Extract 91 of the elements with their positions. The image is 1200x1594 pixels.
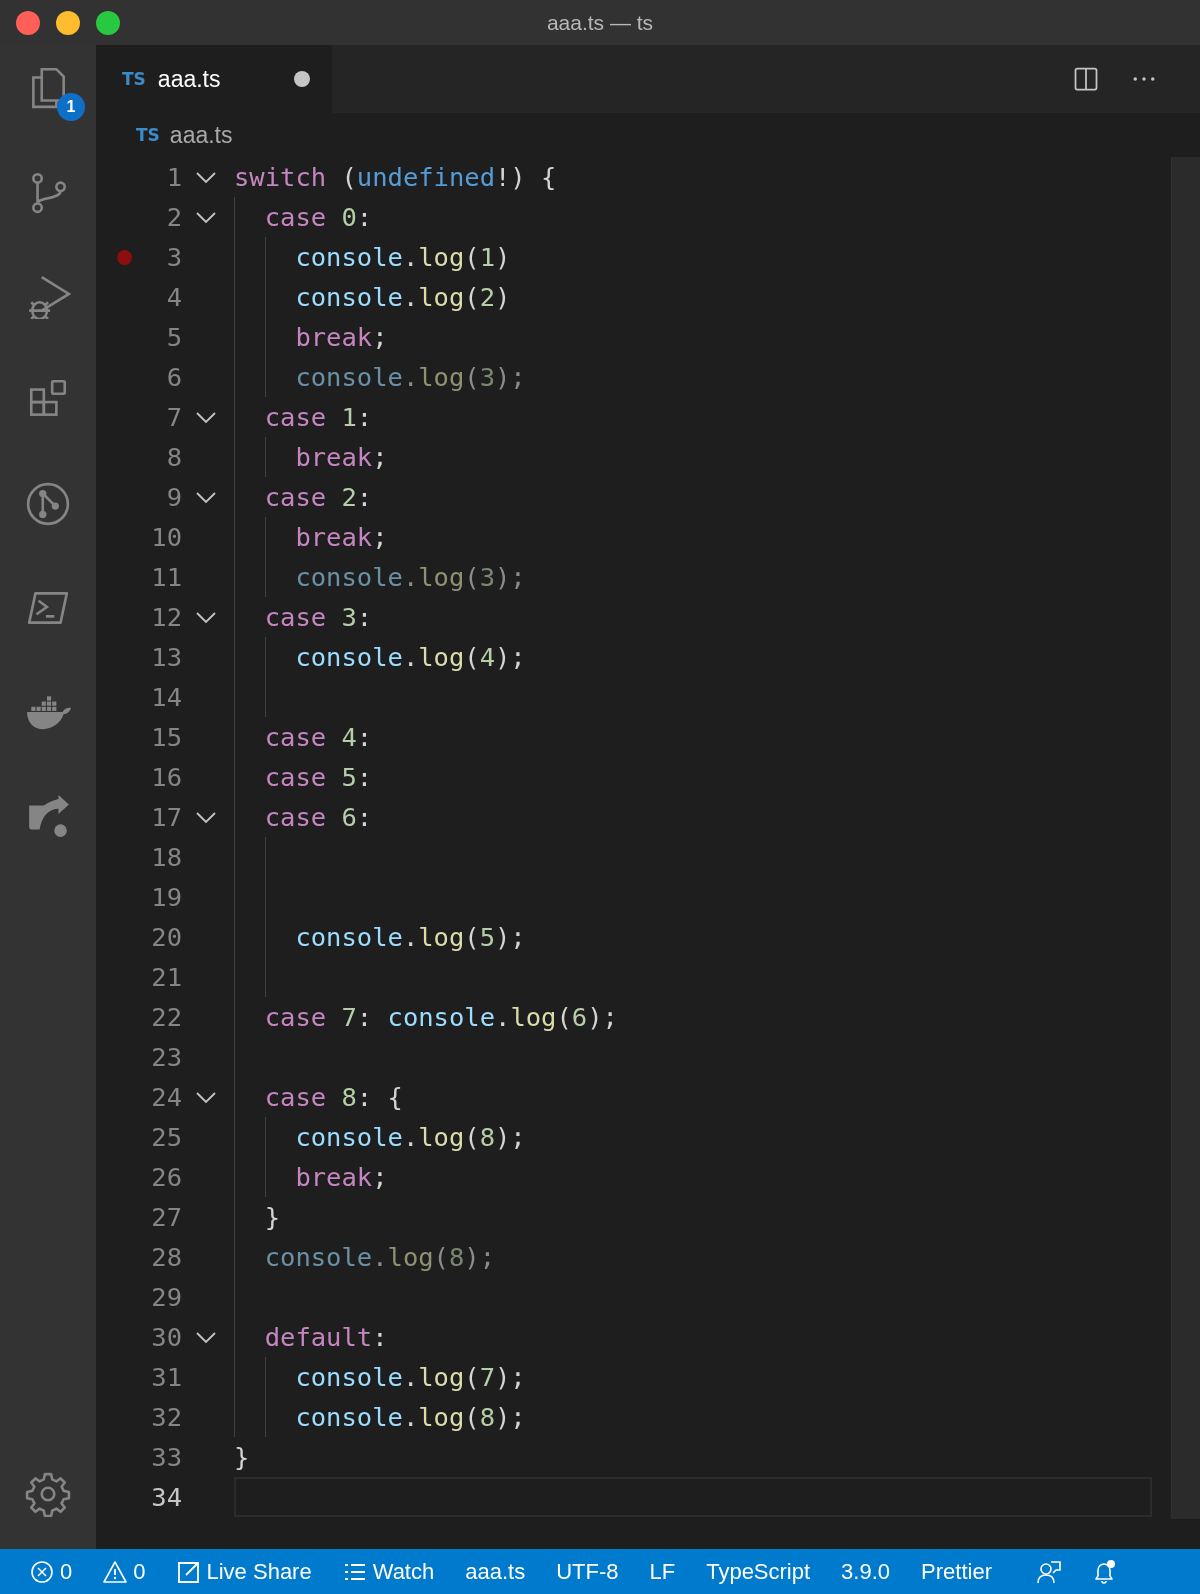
- code-line: case 3:: [264, 602, 373, 632]
- settings-icon[interactable]: [25, 1471, 71, 1517]
- code-line: case 6:: [264, 802, 373, 832]
- line-number: 3: [165, 242, 182, 272]
- line-number: 10: [150, 522, 182, 552]
- line-number: 31: [150, 1362, 182, 1392]
- line-number: 1: [165, 162, 182, 192]
- status-item[interactable]: UTF-8: [556, 1558, 619, 1585]
- code-line: case 4:: [264, 722, 373, 752]
- git-graph-icon[interactable]: [25, 481, 71, 527]
- line-number: 5: [165, 322, 182, 352]
- feedback-icon: [1036, 1559, 1061, 1584]
- code-line: console.log(8);: [295, 1402, 526, 1432]
- code-line: break;: [295, 442, 388, 472]
- status-item[interactable]: 3.9.0: [841, 1558, 891, 1585]
- editor-tab[interactable]: TS aaa.ts: [96, 45, 332, 113]
- status-item[interactable]: Watch: [342, 1558, 435, 1585]
- line-number: 24: [150, 1082, 182, 1112]
- line-number: 17: [150, 802, 182, 832]
- line-number: 13: [150, 642, 182, 672]
- line-number: 33: [150, 1442, 182, 1472]
- line-number: 15: [150, 722, 182, 752]
- code-line: case 5:: [264, 762, 373, 792]
- line-number: 19: [150, 882, 182, 912]
- status-item[interactable]: Live Share: [176, 1558, 312, 1585]
- breadcrumb-item[interactable]: aaa.ts: [169, 121, 233, 149]
- line-number: 14: [150, 682, 182, 712]
- line-number: 20: [150, 922, 182, 952]
- line-number: 28: [150, 1242, 182, 1272]
- file-type-label: TS: [122, 69, 146, 89]
- line-number: 18: [150, 842, 182, 872]
- line-number: 21: [150, 962, 182, 992]
- code-line: console.log(3);: [295, 562, 526, 592]
- code-line: console.log(3);: [295, 362, 526, 392]
- split-editor-icon[interactable]: [1072, 65, 1100, 93]
- code-line: console.log(1): [295, 242, 511, 272]
- code-line: break;: [295, 522, 388, 552]
- status-item[interactable]: Prettier: [921, 1558, 992, 1585]
- share-icon: [176, 1559, 201, 1584]
- code-line: console.log(8);: [295, 1122, 526, 1152]
- line-number: 7: [165, 402, 182, 432]
- line-number: 30: [150, 1322, 182, 1352]
- status-item[interactable]: TypeScript: [706, 1558, 811, 1585]
- zoom-button[interactable]: [96, 10, 120, 35]
- line-number: 34: [150, 1482, 182, 1512]
- code-line: console.log(7);: [295, 1362, 526, 1392]
- code-line: case 2:: [264, 482, 373, 512]
- line-number: 23: [150, 1042, 182, 1072]
- line-number: 9: [165, 482, 182, 512]
- close-button[interactable]: [16, 10, 40, 35]
- line-number: 8: [165, 442, 182, 472]
- status-item[interactable]: [1036, 1559, 1061, 1584]
- code-line: console.log(4);: [295, 642, 526, 672]
- line-number: 25: [150, 1122, 182, 1152]
- code-line: break;: [295, 1162, 388, 1192]
- line-number: 4: [165, 282, 182, 312]
- line-number: 27: [150, 1202, 182, 1232]
- line-number: 26: [150, 1162, 182, 1192]
- code-line: case 8: {: [264, 1082, 403, 1112]
- line-number: 16: [150, 762, 182, 792]
- status-item[interactable]: LF: [649, 1558, 676, 1585]
- status-item[interactable]: 0: [103, 1558, 146, 1585]
- code-line: console.log(5);: [295, 922, 526, 952]
- line-number: 11: [150, 562, 182, 592]
- line-number: 12: [150, 602, 182, 632]
- warning-icon: [103, 1559, 128, 1584]
- status-item[interactable]: aaa.ts: [465, 1558, 526, 1585]
- status-item[interactable]: 0: [30, 1558, 73, 1585]
- code-line: }: [264, 1202, 281, 1232]
- file-type-label: TS: [136, 125, 160, 145]
- code-line: default:: [264, 1322, 388, 1352]
- line-number: 22: [150, 1002, 182, 1032]
- window-title: aaa.ts — ts: [546, 10, 654, 35]
- code-line: switch (undefined!) {: [234, 162, 557, 192]
- code-line: break;: [295, 322, 388, 352]
- unsaved-dot-icon: [294, 71, 310, 87]
- error-icon: [30, 1559, 54, 1584]
- count-badge: 1: [57, 93, 85, 121]
- line-number: 29: [150, 1282, 182, 1312]
- code-line: }: [234, 1442, 250, 1472]
- code-line: case 1:: [264, 402, 373, 432]
- tab-title: aaa.ts: [157, 65, 221, 93]
- code-line: case 7: console.log(6);: [264, 1002, 618, 1032]
- minimize-button[interactable]: [56, 10, 80, 35]
- line-number: 32: [150, 1402, 182, 1432]
- line-number: 6: [165, 362, 182, 392]
- breakpoint-dot[interactable]: [117, 249, 132, 265]
- code-line: case 0:: [264, 202, 373, 232]
- code-line: console.log(8);: [264, 1242, 496, 1272]
- line-number: 2: [165, 202, 182, 232]
- code-line: console.log(2): [295, 282, 511, 312]
